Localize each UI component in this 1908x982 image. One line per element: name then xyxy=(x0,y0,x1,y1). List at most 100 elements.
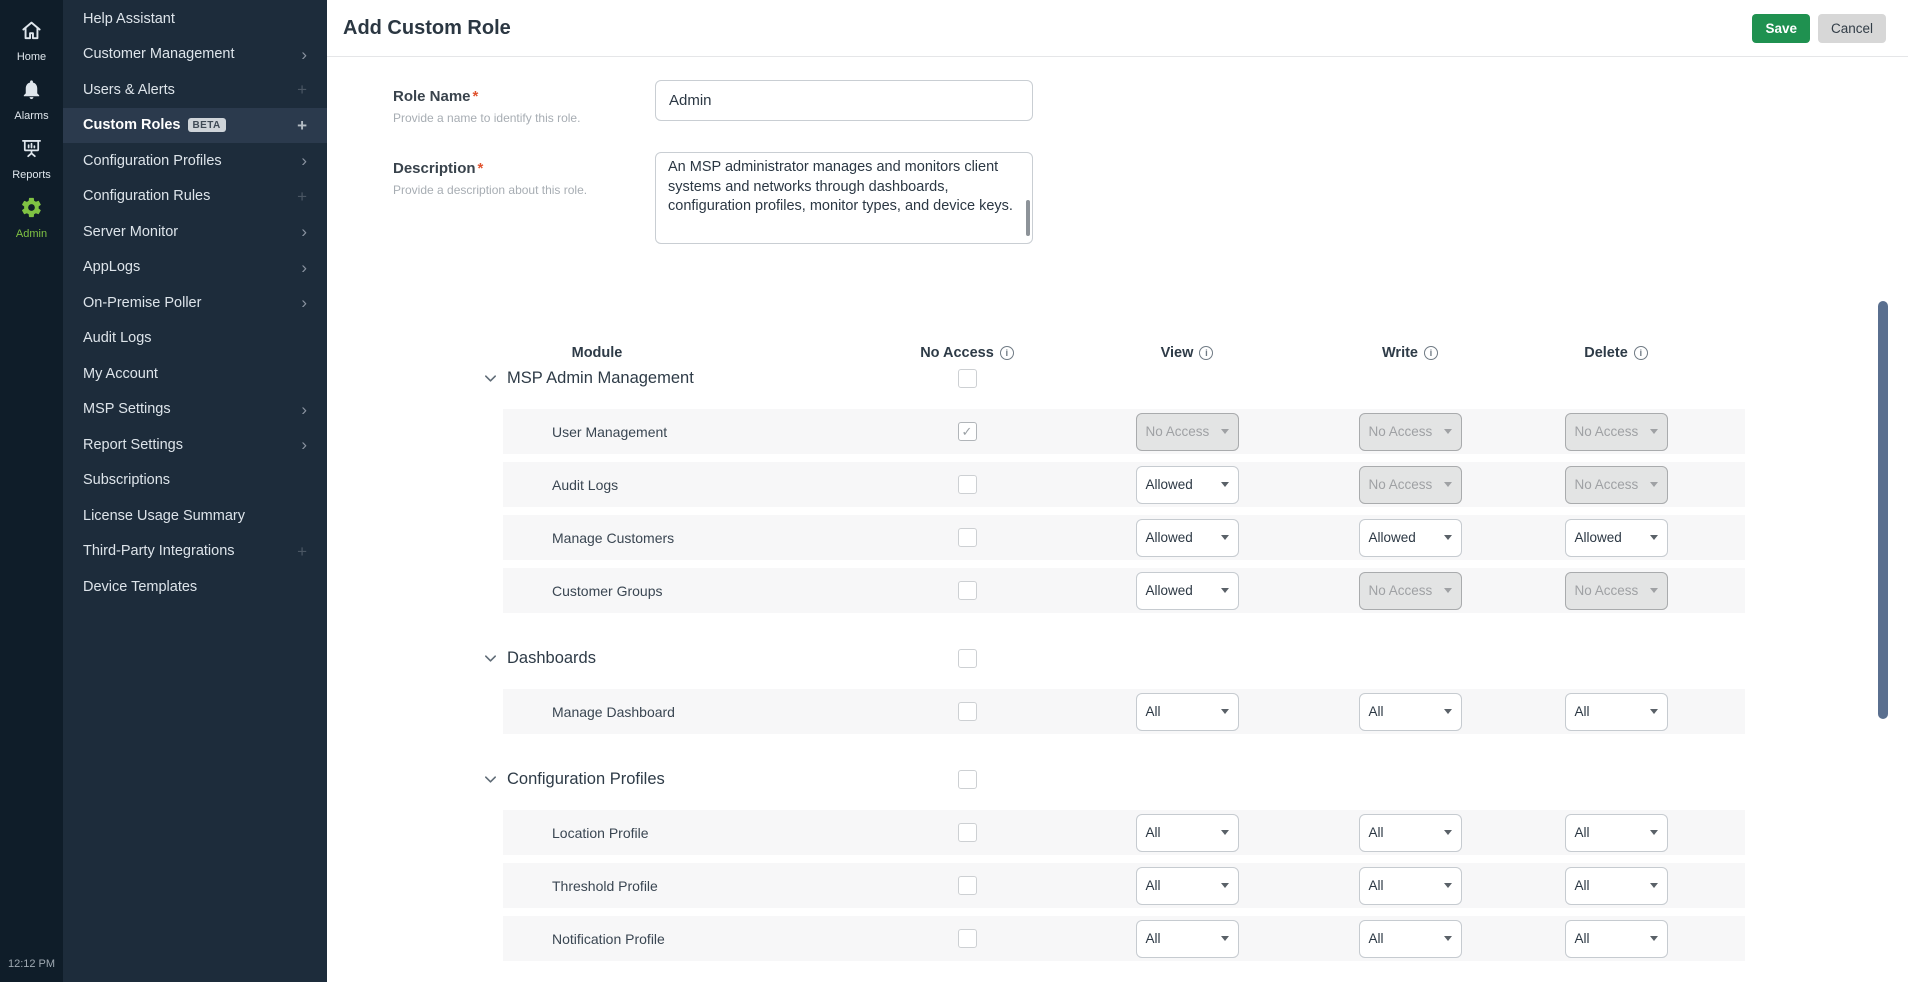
column-header: Module xyxy=(327,345,867,361)
info-icon[interactable] xyxy=(1000,346,1014,360)
plus-icon[interactable]: + xyxy=(297,81,307,98)
role-name-label: Role Name xyxy=(393,88,471,105)
page-scrollbar-thumb[interactable] xyxy=(1878,301,1888,719)
sidebar-item[interactable]: Users & Alerts + xyxy=(63,72,327,108)
info-icon[interactable] xyxy=(1634,346,1648,360)
view-dropdown-value: Allowed xyxy=(1146,583,1193,598)
sidebar-item-label: Report Settings xyxy=(83,437,183,453)
delete-dropdown[interactable]: All xyxy=(1565,920,1668,958)
section-checkbox[interactable] xyxy=(958,649,977,668)
plus-icon[interactable]: + xyxy=(297,117,307,134)
role-name-input[interactable] xyxy=(655,80,1033,121)
sidebar-item[interactable]: Subscriptions xyxy=(63,463,327,499)
rail-item-reports[interactable]: Reports xyxy=(0,130,63,189)
permission-row: Manage Customers Allowed xyxy=(503,515,1745,560)
chevron-right-icon[interactable]: › xyxy=(301,223,307,240)
no-access-checkbox[interactable] xyxy=(958,876,977,895)
save-button[interactable]: Save xyxy=(1752,14,1810,43)
sidebar-item[interactable]: My Account xyxy=(63,356,327,392)
write-dropdown[interactable]: No Access xyxy=(1359,466,1462,504)
plus-icon[interactable]: + xyxy=(297,543,307,560)
write-dropdown[interactable]: All xyxy=(1359,920,1462,958)
reports-board-icon xyxy=(20,137,43,165)
delete-dropdown-value: All xyxy=(1575,878,1590,893)
rail-label: Reports xyxy=(12,169,51,181)
delete-dropdown[interactable]: No Access xyxy=(1565,466,1668,504)
section-checkbox[interactable] xyxy=(958,770,977,789)
bell-icon xyxy=(20,78,43,106)
sidebar-item[interactable]: Custom RolesBETA + xyxy=(63,108,327,144)
description-textarea[interactable]: An MSP administrator manages and monitor… xyxy=(655,152,1033,244)
no-access-checkbox[interactable] xyxy=(958,581,977,600)
section-checkbox[interactable] xyxy=(958,369,977,388)
delete-dropdown[interactable]: All xyxy=(1565,867,1668,905)
view-dropdown[interactable]: Allowed xyxy=(1136,572,1239,610)
sidebar-item[interactable]: Third-Party Integrations + xyxy=(63,534,327,570)
no-access-checkbox[interactable] xyxy=(958,422,977,441)
textarea-scrollbar-thumb[interactable] xyxy=(1026,200,1030,236)
delete-dropdown[interactable]: No Access xyxy=(1565,572,1668,610)
module-label: Manage Customers xyxy=(503,530,867,546)
sidebar-item[interactable]: License Usage Summary xyxy=(63,498,327,534)
info-icon[interactable] xyxy=(1424,346,1438,360)
sidebar-item[interactable]: Server Monitor › xyxy=(63,214,327,250)
write-dropdown[interactable]: No Access xyxy=(1359,572,1462,610)
chevron-right-icon[interactable]: › xyxy=(301,152,307,169)
sidebar-item-label: Third-Party Integrations xyxy=(83,543,235,559)
write-dropdown-value: All xyxy=(1369,825,1384,840)
write-dropdown[interactable]: All xyxy=(1359,814,1462,852)
chevron-right-icon[interactable]: › xyxy=(301,294,307,311)
rail-item-admin[interactable]: Admin xyxy=(0,189,63,248)
view-dropdown[interactable]: No Access xyxy=(1136,413,1239,451)
delete-dropdown[interactable]: All xyxy=(1565,693,1668,731)
write-dropdown[interactable]: All xyxy=(1359,867,1462,905)
sidebar-item[interactable]: Customer Management › xyxy=(63,37,327,73)
module-label: Customer Groups xyxy=(503,583,867,599)
description-label: Description xyxy=(393,160,476,177)
view-dropdown[interactable]: Allowed xyxy=(1136,519,1239,557)
sidebar-item[interactable]: Configuration Profiles › xyxy=(63,143,327,179)
view-dropdown[interactable]: All xyxy=(1136,867,1239,905)
info-icon[interactable] xyxy=(1199,346,1213,360)
write-dropdown[interactable]: Allowed xyxy=(1359,519,1462,557)
rail-item-alarms[interactable]: Alarms xyxy=(0,71,63,130)
chevron-right-icon[interactable]: › xyxy=(301,436,307,453)
chevron-down-icon[interactable] xyxy=(483,772,498,787)
no-access-checkbox[interactable] xyxy=(958,702,977,721)
delete-dropdown[interactable]: Allowed xyxy=(1565,519,1668,557)
delete-dropdown[interactable]: No Access xyxy=(1565,413,1668,451)
view-dropdown[interactable]: Allowed xyxy=(1136,466,1239,504)
app-root: Home Alarms Reports Admin 12:12 PM Help … xyxy=(0,0,1908,982)
column-header-label: No Access xyxy=(920,345,994,361)
write-dropdown[interactable]: All xyxy=(1359,693,1462,731)
sidebar-item[interactable]: AppLogs › xyxy=(63,250,327,286)
sidebar-item[interactable]: Help Assistant xyxy=(63,1,327,37)
view-dropdown[interactable]: All xyxy=(1136,814,1239,852)
no-access-checkbox[interactable] xyxy=(958,929,977,948)
view-dropdown-value: Allowed xyxy=(1146,530,1193,545)
sidebar-item[interactable]: Device Templates xyxy=(63,569,327,605)
chevron-right-icon[interactable]: › xyxy=(301,401,307,418)
no-access-checkbox[interactable] xyxy=(958,475,977,494)
dropdown-arrow-icon xyxy=(1221,588,1229,593)
cancel-button[interactable]: Cancel xyxy=(1818,14,1886,43)
plus-icon[interactable]: + xyxy=(297,188,307,205)
sidebar-item[interactable]: On-Premise Poller › xyxy=(63,285,327,321)
write-dropdown[interactable]: No Access xyxy=(1359,413,1462,451)
sidebar-item[interactable]: MSP Settings › xyxy=(63,392,327,428)
view-dropdown[interactable]: All xyxy=(1136,920,1239,958)
sidebar-item[interactable]: Audit Logs xyxy=(63,321,327,357)
sidebar-item[interactable]: Report Settings › xyxy=(63,427,327,463)
chevron-down-icon[interactable] xyxy=(483,651,498,666)
sidebar-item[interactable]: Configuration Rules + xyxy=(63,179,327,215)
chevron-right-icon[interactable]: › xyxy=(301,46,307,63)
view-dropdown[interactable]: All xyxy=(1136,693,1239,731)
no-access-checkbox[interactable] xyxy=(958,528,977,547)
chevron-down-icon[interactable] xyxy=(483,371,498,386)
write-dropdown-value: No Access xyxy=(1369,424,1433,439)
chevron-right-icon[interactable]: › xyxy=(301,259,307,276)
permission-row: User Management No Access xyxy=(503,409,1745,454)
delete-dropdown[interactable]: All xyxy=(1565,814,1668,852)
no-access-checkbox[interactable] xyxy=(958,823,977,842)
rail-item-home[interactable]: Home xyxy=(0,12,63,71)
